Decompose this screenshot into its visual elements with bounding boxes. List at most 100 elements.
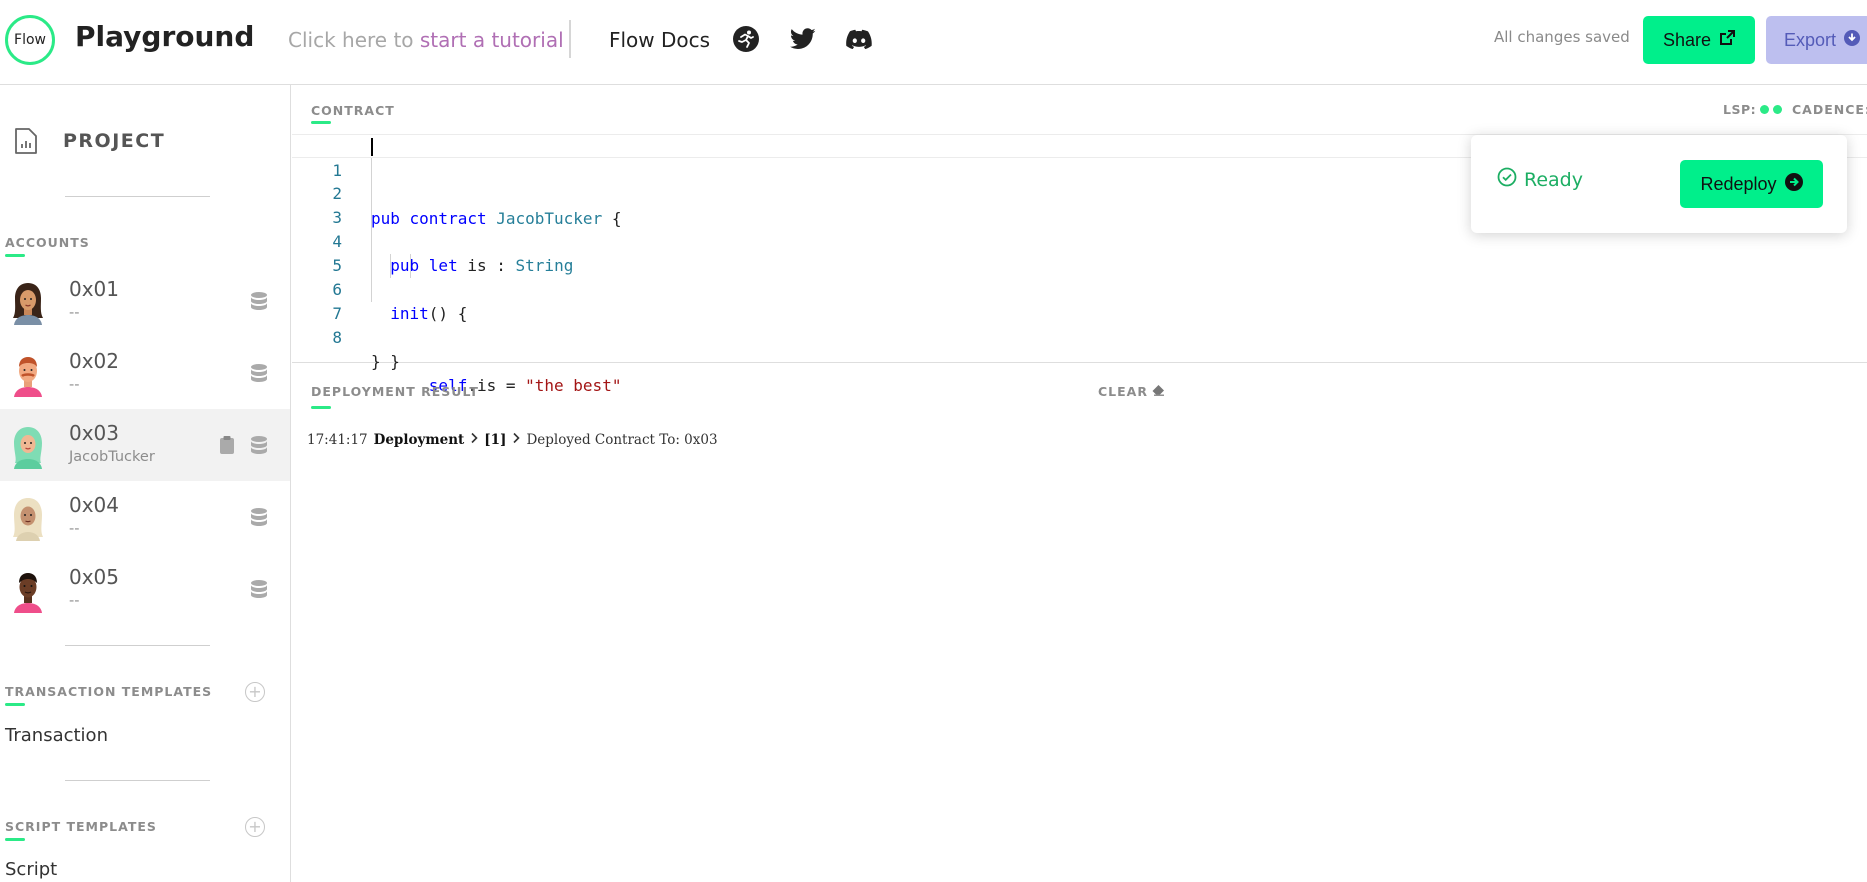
- storage-database-icon[interactable]: [250, 507, 268, 527]
- account-contract: --: [69, 305, 80, 321]
- storage-database-icon[interactable]: [250, 291, 268, 311]
- indent-guide: [390, 254, 391, 278]
- indent-guide: [371, 254, 372, 278]
- export-label: Export: [1784, 29, 1837, 50]
- account-item-0x02[interactable]: 0x02 --: [0, 337, 290, 409]
- avatar: [6, 351, 50, 397]
- share-button[interactable]: Share: [1643, 16, 1755, 64]
- clear-button[interactable]: CLEAR: [1098, 384, 1165, 399]
- clipboard-icon[interactable]: [219, 435, 235, 455]
- deployment-log-line: 17:41:17 Deployment [1] Deployed Contrac…: [307, 432, 718, 448]
- header-divider: [569, 20, 571, 58]
- discord-icon[interactable]: [844, 24, 874, 54]
- account-address: 0x04: [69, 493, 120, 517]
- tutorial-prefix: Click here to: [288, 28, 414, 52]
- script-templates-underline: [5, 838, 25, 841]
- account-item-0x04[interactable]: 0x04 --: [0, 481, 290, 553]
- sidebar-divider: [65, 196, 210, 197]
- chevron-right-icon: [512, 432, 521, 448]
- share-label: Share: [1662, 29, 1712, 50]
- account-address: 0x02: [69, 349, 120, 373]
- export-button[interactable]: Export: [1766, 16, 1867, 64]
- ready-text: Ready: [1524, 168, 1583, 191]
- account-address: 0x05: [69, 565, 120, 589]
- tutorial-link-text[interactable]: start a tutorial: [420, 28, 564, 52]
- account-item-0x01[interactable]: 0x01 --: [0, 265, 290, 337]
- ready-status: Ready: [1497, 167, 1583, 192]
- indent-guide: [371, 230, 372, 254]
- flow-logo[interactable]: Flow: [5, 15, 55, 65]
- text-cursor: [371, 138, 373, 156]
- chevron-right-icon: [470, 432, 478, 448]
- account-contract: --: [69, 521, 80, 537]
- add-script-icon[interactable]: +: [245, 817, 265, 837]
- account-address: 0x03: [69, 421, 120, 445]
- twitter-icon[interactable]: [788, 24, 818, 54]
- code-line[interactable]: 5 init() {: [292, 230, 1867, 323]
- code-text: }: [371, 352, 381, 371]
- log-time: 17:41:17: [307, 432, 368, 448]
- share-icon: [1719, 29, 1736, 51]
- script-templates-label: SCRIPT TEMPLATES: [5, 819, 157, 834]
- line-number: 8: [332, 328, 342, 347]
- project-label[interactable]: PROJECT: [63, 130, 165, 152]
- indent-guide: [371, 206, 372, 230]
- storage-database-icon[interactable]: [250, 579, 268, 599]
- check-circle-icon: [1497, 167, 1517, 192]
- arrow-right-circle-icon: [1784, 172, 1803, 196]
- deployment-result-label: DEPLOYMENT RESULT: [311, 384, 479, 399]
- account-contract: JacobTucker: [69, 449, 155, 465]
- indent-guide: [410, 254, 411, 278]
- log-message: Deployed Contract To: 0x03: [526, 432, 718, 448]
- logo-text: Flow: [14, 32, 46, 48]
- redeploy-button[interactable]: Redeploy: [1680, 160, 1823, 208]
- account-address: 0x01: [69, 277, 120, 301]
- sidebar-divider: [65, 780, 210, 781]
- code-line[interactable]: 6 self.is = "the best": [292, 254, 1867, 395]
- log-index: [1]: [484, 432, 507, 448]
- app-title: Playground: [75, 20, 255, 53]
- lsp-status: LSP:: [1723, 102, 1783, 117]
- indent-guide: [371, 278, 372, 302]
- save-status: All changes saved: [1494, 28, 1630, 46]
- flow-runner-icon[interactable]: [731, 24, 761, 54]
- accounts-underline: [5, 254, 25, 257]
- account-contract: --: [69, 593, 80, 609]
- transaction-templates-label: TRANSACTION TEMPLATES: [5, 684, 213, 699]
- indent-guide: [371, 158, 372, 182]
- code-line[interactable]: 8 }: [292, 302, 1867, 371]
- script-template-item[interactable]: Script: [5, 859, 57, 880]
- download-icon: [1844, 29, 1861, 51]
- cadence-version-label: CADENCE:: [1792, 102, 1867, 117]
- contract-label: CONTRACT: [311, 103, 395, 118]
- account-contract: --: [69, 377, 80, 393]
- accounts-label: ACCOUNTS: [5, 235, 90, 250]
- storage-database-icon[interactable]: [250, 363, 268, 383]
- flow-docs-link[interactable]: Flow Docs: [609, 28, 710, 52]
- transaction-templates-underline: [5, 703, 25, 706]
- sidebar: PROJECT ACCOUNTS 0x01 -- 0x02 -- 0x03 Ja…: [0, 85, 291, 882]
- indent-guide: [371, 182, 372, 206]
- code-line[interactable]: 7 }: [292, 278, 1867, 371]
- avatar: [6, 423, 50, 469]
- deployment-result-underline: [311, 406, 331, 409]
- tutorial-link[interactable]: Click here to start a tutorial: [288, 28, 564, 52]
- sidebar-divider: [65, 645, 210, 646]
- lsp-label: LSP:: [1723, 102, 1757, 117]
- storage-database-icon[interactable]: [250, 435, 268, 455]
- eraser-icon: [1151, 384, 1165, 399]
- top-header: Flow Playground Click here to start a tu…: [0, 0, 1867, 85]
- avatar: [6, 567, 50, 613]
- avatar: [6, 495, 50, 541]
- redeploy-label: Redeploy: [1700, 173, 1777, 194]
- account-item-0x03[interactable]: 0x03 JacobTucker: [0, 409, 290, 481]
- transaction-template-item[interactable]: Transaction: [5, 725, 108, 746]
- account-item-0x05[interactable]: 0x05 --: [0, 553, 290, 625]
- contract-underline: [311, 121, 331, 124]
- clear-label: CLEAR: [1098, 384, 1148, 399]
- project-file-icon: [14, 127, 38, 155]
- add-transaction-icon[interactable]: +: [245, 682, 265, 702]
- lsp-status-dot: [1773, 105, 1783, 114]
- lsp-status-dot: [1760, 105, 1770, 114]
- avatar: [6, 279, 50, 325]
